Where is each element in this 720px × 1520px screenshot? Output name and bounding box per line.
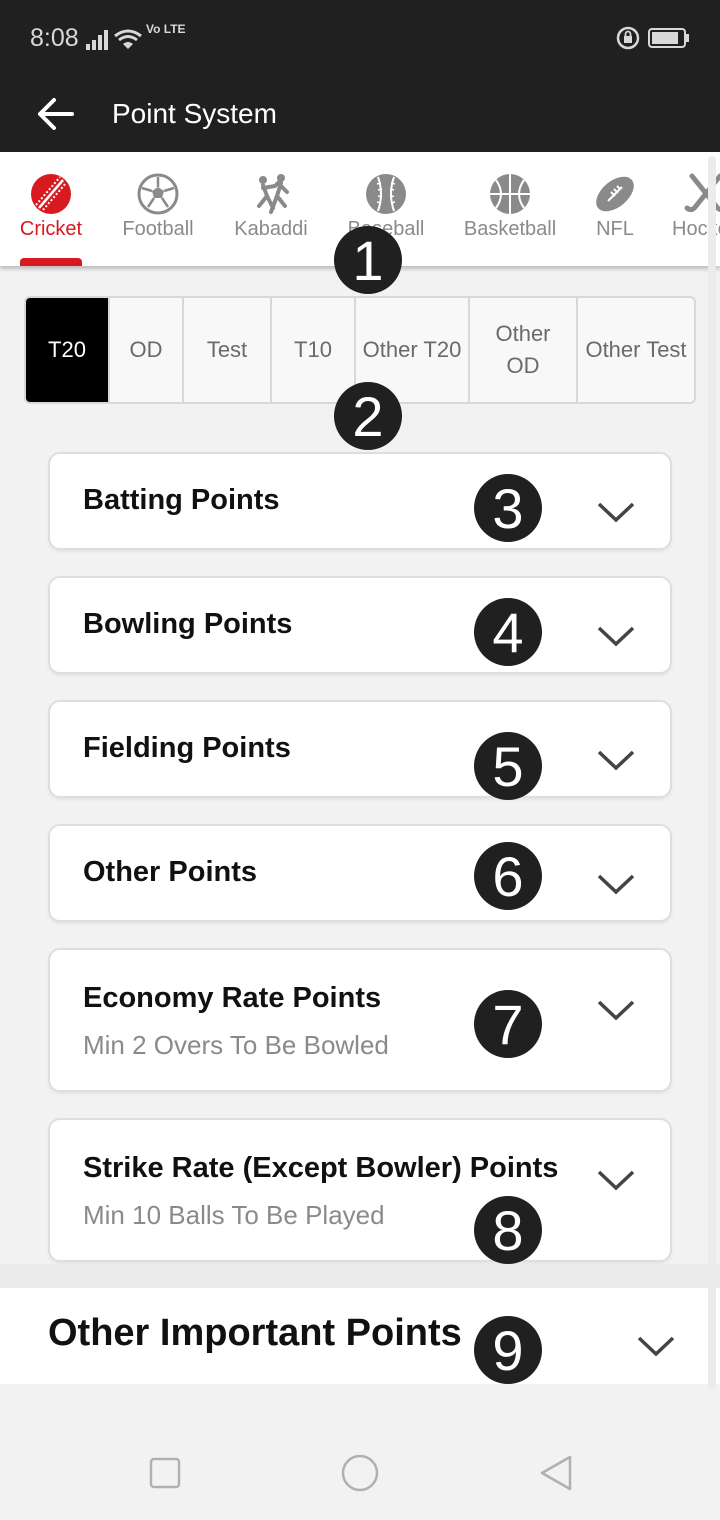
format-tab-t20[interactable]: T20 — [26, 298, 110, 402]
scrollbar[interactable] — [708, 156, 716, 1390]
economy-rate-points-card[interactable]: Economy Rate Points Min 2 Overs To Be Bo… — [48, 948, 672, 1092]
cricket-ball-icon — [31, 174, 71, 214]
tab-football[interactable]: Football — [118, 152, 198, 266]
rotation-lock-icon — [616, 26, 640, 50]
other-points-card[interactable]: Other Points — [48, 824, 672, 922]
kabaddi-icon — [257, 174, 289, 214]
format-tab-test[interactable]: Test — [184, 298, 272, 402]
strike-rate-points-card[interactable]: Strike Rate (Except Bowler) Points Min 1… — [48, 1118, 672, 1262]
bowling-points-card[interactable]: Bowling Points — [48, 576, 672, 674]
card-subtitle: Min 2 Overs To Be Bowled — [83, 1030, 389, 1060]
annotation-badge-8: 8 — [474, 1196, 542, 1264]
recents-square-icon[interactable] — [140, 1448, 190, 1498]
page-title: Point System — [112, 98, 277, 129]
format-tab-other-test[interactable]: Other Test — [578, 298, 694, 402]
tab-label: Cricket — [19, 218, 83, 240]
status-bar: 8:08 Vo LTE — [0, 0, 720, 76]
baseball-icon — [366, 174, 406, 214]
chevron-down-icon — [637, 1336, 675, 1357]
chevron-down-icon — [597, 874, 635, 895]
card-title: Economy Rate Points — [83, 982, 382, 1014]
annotation-badge-4: 4 — [474, 598, 542, 666]
annotation-badge-6: 6 — [474, 842, 542, 910]
chevron-down-icon — [597, 1000, 635, 1021]
status-time: 8:08 — [30, 24, 79, 52]
section-title: Other Important Points — [48, 1312, 462, 1354]
tab-label: Kabaddi — [234, 218, 308, 240]
tab-cricket[interactable]: Cricket — [16, 152, 86, 266]
signal-wifi-icon — [86, 29, 142, 50]
card-title: Fielding Points — [83, 732, 291, 764]
chevron-down-icon — [597, 1170, 635, 1191]
chevron-down-icon — [597, 750, 635, 771]
tab-kabaddi[interactable]: Kabaddi — [230, 152, 312, 266]
tab-nfl[interactable]: NFL — [590, 152, 640, 266]
card-title: Bowling Points — [83, 608, 293, 640]
annotation-badge-9: 9 — [474, 1316, 542, 1384]
fielding-points-card[interactable]: Fielding Points — [48, 700, 672, 798]
section-divider — [0, 1264, 720, 1288]
annotation-badge-1: 1 — [334, 226, 402, 294]
annotation-badge-5: 5 — [474, 732, 542, 800]
basketball-icon — [490, 174, 530, 214]
volte-label: Vo LTE — [146, 22, 186, 36]
batting-points-card[interactable]: Batting Points — [48, 452, 672, 550]
back-arrow-icon[interactable] — [36, 88, 76, 140]
annotation-badge-3: 3 — [474, 474, 542, 542]
card-title: Other Points — [83, 856, 258, 888]
back-triangle-icon[interactable] — [532, 1448, 582, 1498]
card-title: Batting Points — [83, 484, 280, 516]
app-bar: Point System — [0, 76, 720, 152]
format-tab-t10[interactable]: T10 — [272, 298, 356, 402]
tab-basketball[interactable]: Basketball — [462, 152, 558, 266]
battery-icon — [648, 28, 689, 48]
tab-label: NFL — [596, 218, 634, 240]
format-tab-other-od[interactable]: Other OD — [470, 298, 578, 402]
home-circle-icon[interactable] — [335, 1448, 385, 1498]
annotation-badge-7: 7 — [474, 990, 542, 1058]
other-important-points-section[interactable]: Other Important Points — [0, 1288, 720, 1384]
system-nav-bar — [0, 1424, 720, 1520]
american-football-icon — [596, 176, 634, 212]
format-tab-od[interactable]: OD — [110, 298, 184, 402]
chevron-down-icon — [597, 502, 635, 523]
annotation-badge-2: 2 — [334, 382, 402, 450]
football-icon — [137, 173, 179, 215]
tab-label: Football — [122, 218, 194, 240]
card-title: Strike Rate (Except Bowler) Points — [83, 1152, 559, 1184]
card-subtitle: Min 10 Balls To Be Played — [83, 1200, 385, 1230]
tab-label: Basketball — [463, 218, 557, 240]
chevron-down-icon — [597, 626, 635, 647]
active-tab-indicator — [20, 258, 82, 266]
